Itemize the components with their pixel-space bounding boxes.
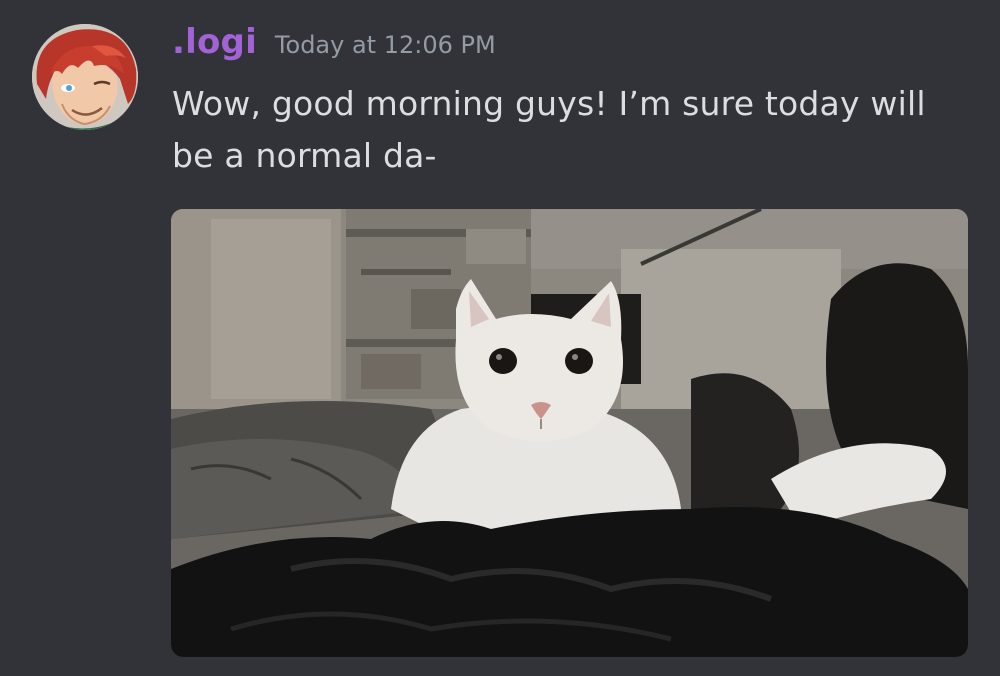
message-header: .logi Today at 12:06 PM bbox=[172, 22, 496, 66]
message-content: Wow, good morning guys! I’m sure today w… bbox=[172, 84, 926, 175]
timestamp[interactable]: Today at 12:06 PM bbox=[275, 31, 496, 59]
username[interactable]: .logi bbox=[172, 22, 257, 62]
image-attachment[interactable] bbox=[171, 209, 968, 657]
chat-message: .logi Today at 12:06 PM Wow, good mornin… bbox=[0, 0, 1000, 676]
avatar-icon bbox=[32, 24, 138, 130]
cat-photo-icon bbox=[171, 209, 968, 657]
user-avatar[interactable] bbox=[32, 24, 138, 130]
